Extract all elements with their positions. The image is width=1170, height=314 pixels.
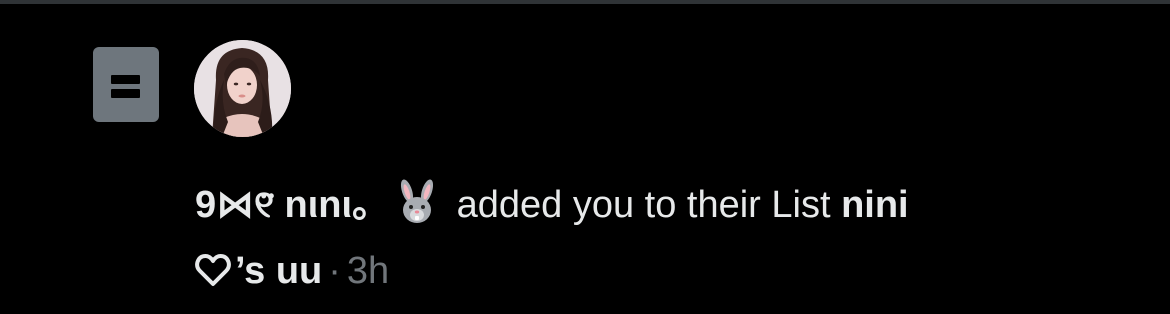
list-icon-bar-bottom: [111, 89, 140, 98]
avatar[interactable]: [194, 40, 291, 137]
actor-name[interactable]: 9⋈୧̈ nιnι。: [195, 184, 390, 226]
notification-message: 9⋈୧̈ nιnι。 added you to their List nini …: [195, 176, 1095, 304]
timestamp[interactable]: 3h: [347, 250, 389, 292]
white-heart-icon: [195, 246, 231, 304]
avatar-photo: [194, 40, 291, 137]
list-icon: [93, 47, 159, 122]
action-text: added you to their List: [446, 184, 842, 226]
rabbit-face-icon: [394, 179, 440, 242]
list-icon-bar-top: [111, 75, 140, 84]
notification-item[interactable]: 9⋈୧̈ nιnι。 added you to their List nini …: [0, 4, 1170, 314]
list-name-part2: ’s uu: [235, 250, 323, 292]
list-name-part1: nini: [841, 184, 909, 226]
separator-dot: ·: [328, 250, 341, 292]
